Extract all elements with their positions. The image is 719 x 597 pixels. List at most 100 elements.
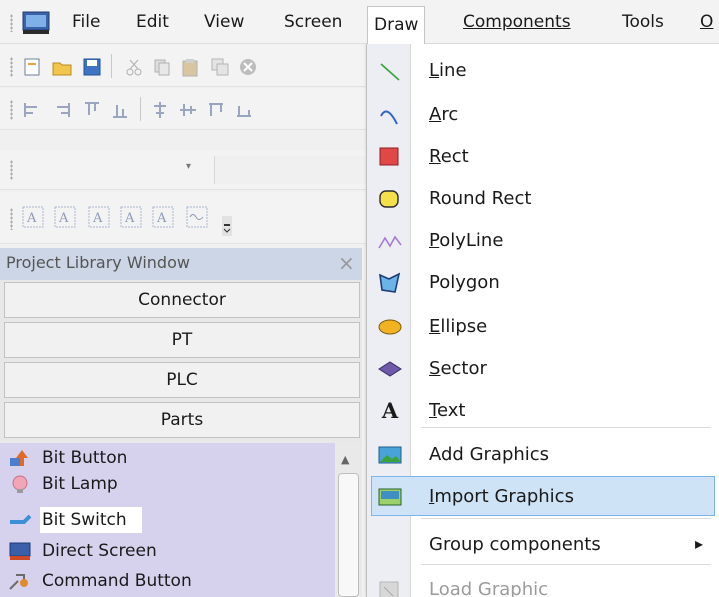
menu-tools[interactable]: Tools xyxy=(622,10,664,36)
menu-separator xyxy=(421,518,711,519)
text-box-icon[interactable]: A xyxy=(152,206,174,228)
menu-screen[interactable]: Screen xyxy=(284,10,342,36)
line-icon xyxy=(380,63,400,81)
menu-bar: File Edit View Screen Draw Components To… xyxy=(0,0,719,44)
svg-text:A: A xyxy=(58,211,69,226)
menu-separator xyxy=(421,564,711,565)
screen-select[interactable]: ▾ xyxy=(22,156,212,184)
menubar-grip[interactable] xyxy=(10,14,13,32)
toolbar-grip[interactable] xyxy=(10,100,13,120)
polygon-icon xyxy=(379,272,401,293)
svg-text:A: A xyxy=(26,211,37,226)
menu-file[interactable]: File xyxy=(72,10,100,36)
center-horizontal-icon[interactable] xyxy=(150,100,170,120)
text-box-icon[interactable]: A xyxy=(88,206,110,228)
scroll-thumb[interactable] xyxy=(338,473,359,597)
bit-lamp-icon xyxy=(12,475,28,493)
menu-view[interactable]: View xyxy=(204,10,244,36)
text-box-icon[interactable]: A xyxy=(22,206,44,228)
same-width-icon[interactable] xyxy=(206,100,226,120)
align-right-icon[interactable] xyxy=(52,100,72,120)
arc-icon xyxy=(380,110,398,125)
toolbar-grip[interactable] xyxy=(10,57,13,77)
toolbar-grip[interactable] xyxy=(10,208,13,230)
parts-list-scrollbar[interactable]: ▲ xyxy=(335,443,362,597)
toolbar-grip[interactable] xyxy=(10,160,13,180)
load-graphic-icon xyxy=(379,581,399,597)
cut-icon[interactable] xyxy=(124,57,144,77)
polyline-icon xyxy=(378,235,402,249)
text-toolbar: A A A A A xyxy=(0,192,370,244)
menu-item-rect[interactable]: Rect xyxy=(367,136,719,178)
toolbar-separator xyxy=(140,97,141,121)
scroll-up-icon[interactable]: ▲ xyxy=(341,453,349,466)
text-box-icon[interactable]: A xyxy=(120,206,142,228)
command-button-icon xyxy=(9,574,28,590)
list-item-direct-screen[interactable]: Direct Screen xyxy=(0,538,330,564)
menu-item-arc[interactable]: Arc xyxy=(367,94,719,136)
list-item-bit-button[interactable]: Bit Button xyxy=(0,445,330,471)
delete-icon[interactable] xyxy=(238,57,258,77)
align-top-icon[interactable] xyxy=(82,100,102,120)
menu-draw[interactable]: Draw xyxy=(367,6,426,44)
combo-toolbar: ▾ xyxy=(0,150,370,190)
menu-item-polyline[interactable]: PolyLine xyxy=(367,220,719,262)
svg-text:A: A xyxy=(124,211,135,226)
add-graphics-icon xyxy=(378,446,402,464)
menu-item-group-components[interactable]: Group components ▸ xyxy=(367,524,719,566)
submenu-arrow-icon: ▸ xyxy=(695,534,704,553)
ellipse-icon xyxy=(378,319,402,335)
menu-item-ellipse[interactable]: Ellipse xyxy=(367,306,719,348)
rect-icon xyxy=(379,147,399,166)
menu-item-sector[interactable]: Sector xyxy=(367,348,719,390)
close-icon[interactable]: × xyxy=(338,251,355,275)
import-graphics-icon xyxy=(378,488,402,506)
bit-switch-icon xyxy=(10,514,32,524)
menu-components[interactable]: Components xyxy=(463,10,571,36)
svg-text:A: A xyxy=(92,211,103,226)
draw-menu: Line Arc Rect Round Rect PolyLine Polygo… xyxy=(366,44,719,597)
text-box-icon[interactable]: A xyxy=(54,206,76,228)
menu-item-line[interactable]: Line xyxy=(367,50,719,92)
paste-icon[interactable] xyxy=(180,57,200,77)
section-parts-button[interactable]: Parts xyxy=(4,402,360,438)
align-toolbar xyxy=(0,88,370,130)
project-library-title: Project Library Window xyxy=(6,253,190,272)
menu-edit[interactable]: Edit xyxy=(136,10,169,36)
list-item-command-button[interactable]: Command Button xyxy=(0,568,330,594)
duplicate-icon[interactable] xyxy=(210,57,230,77)
sector-icon xyxy=(378,361,402,377)
list-item-bit-switch[interactable]: Bit Switch xyxy=(0,507,330,533)
menu-item-load-graphic: Load Graphic xyxy=(367,569,719,597)
save-icon[interactable] xyxy=(82,57,102,77)
same-height-icon[interactable] xyxy=(234,100,254,120)
new-icon[interactable] xyxy=(22,57,42,77)
text-wave-icon[interactable] xyxy=(186,206,208,228)
center-vertical-icon[interactable] xyxy=(178,100,198,120)
standard-toolbar xyxy=(0,45,370,87)
toolbar-overflow-icon[interactable] xyxy=(220,216,234,236)
list-item-bit-lamp[interactable]: Bit Lamp xyxy=(0,471,330,497)
second-select[interactable] xyxy=(214,156,370,184)
text-icon: A xyxy=(381,398,399,423)
menu-item-polygon[interactable]: Polygon xyxy=(367,262,719,304)
align-left-icon[interactable] xyxy=(22,100,42,120)
menu-item-text[interactable]: A Text xyxy=(367,390,719,432)
section-plc-button[interactable]: PLC xyxy=(4,362,360,398)
bit-button-icon xyxy=(10,450,28,466)
menu-overflow[interactable]: O xyxy=(700,10,713,36)
align-bottom-icon[interactable] xyxy=(110,100,130,120)
round-rect-icon xyxy=(379,190,399,208)
menu-item-add-graphics[interactable]: Add Graphics xyxy=(367,434,719,476)
library-sections: Connector PT PLC Parts xyxy=(0,280,362,443)
app-icon xyxy=(22,11,50,34)
chevron-down-icon: ▾ xyxy=(186,161,192,172)
menu-item-round-rect[interactable]: Round Rect xyxy=(367,178,719,220)
toolbar-separator xyxy=(111,54,112,78)
section-pt-button[interactable]: PT xyxy=(4,322,360,358)
copy-icon[interactable] xyxy=(152,57,172,77)
svg-text:A: A xyxy=(156,211,167,226)
menu-item-import-graphics[interactable]: Import Graphics xyxy=(367,476,719,518)
section-connector-button[interactable]: Connector xyxy=(4,282,360,318)
open-icon[interactable] xyxy=(52,57,72,77)
